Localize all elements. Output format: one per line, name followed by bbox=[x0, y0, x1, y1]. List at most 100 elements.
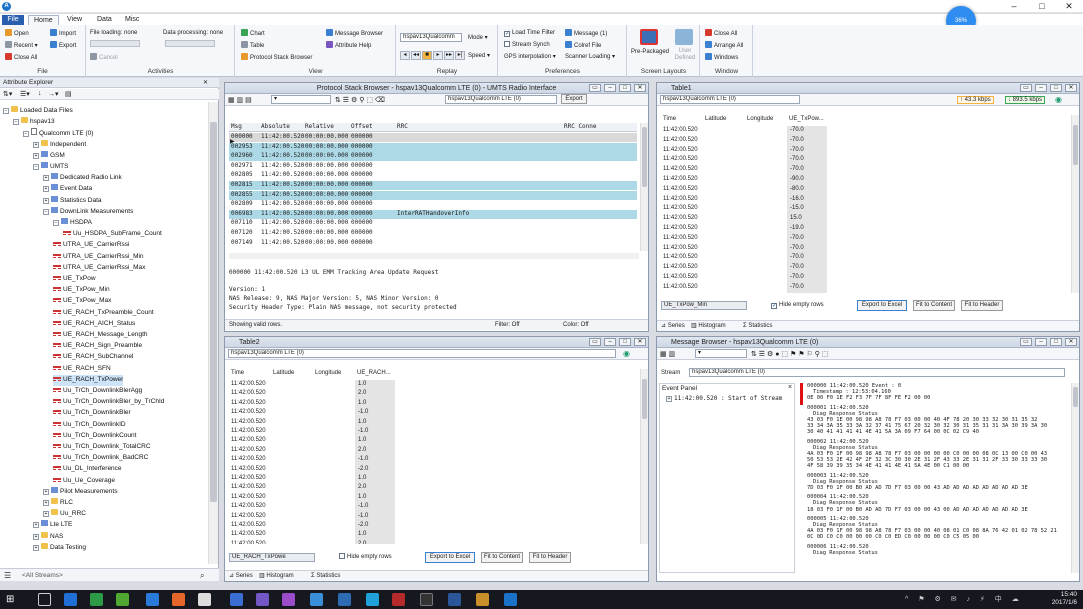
expand-collapse-icon[interactable]: + bbox=[43, 186, 49, 193]
table2-fit-header-button[interactable]: Fit to Header bbox=[529, 552, 571, 563]
table2-device-select[interactable]: hspav13Qualcomm LTE (0) bbox=[228, 349, 616, 358]
app-g-icon[interactable] bbox=[476, 593, 489, 606]
chat-app-icon[interactable] bbox=[90, 593, 103, 606]
app-e-icon[interactable] bbox=[366, 593, 379, 606]
stream-synch-checkbox[interactable]: Stream Synch bbox=[504, 41, 550, 50]
message-list-scrollbar[interactable] bbox=[1071, 383, 1079, 573]
table1-scrollbar[interactable] bbox=[1071, 115, 1079, 293]
toolbar-grid-icon[interactable]: ▦ ▥ ▤ bbox=[228, 96, 252, 104]
protocol-row[interactable]: 007149 11:42:00.520 00:00:00.000 000000 bbox=[229, 239, 637, 248]
tree-node[interactable]: UTRA_UE_CarrierRssi_Min bbox=[53, 252, 144, 263]
attribute-help-button[interactable]: Attribute Help bbox=[326, 41, 371, 51]
edge-browser-icon[interactable] bbox=[64, 593, 77, 606]
tree-node[interactable]: − UMTS bbox=[33, 162, 68, 173]
table2-export-excel-button[interactable]: Export to Excel bbox=[425, 552, 475, 563]
gps-interpolation-dropdown[interactable]: GPS interpolation ▾ bbox=[504, 53, 556, 62]
protocol-row[interactable]: 002805 11:42:00.520 00:00:00.000 000000 bbox=[229, 171, 637, 180]
table1-tab-series[interactable]: ⊿ Series bbox=[661, 321, 685, 331]
app-d-icon[interactable] bbox=[338, 593, 351, 606]
tree-node[interactable]: + Dedicated Radio Link bbox=[43, 173, 122, 184]
scanner-loading-dropdown[interactable]: Scanner Loading ▾ bbox=[565, 53, 615, 62]
table-column-header[interactable]: Latitude bbox=[273, 369, 294, 378]
protocol-table-scroll-thumb[interactable] bbox=[642, 127, 647, 187]
tree-node[interactable]: UE_RACH_Sign_Preamble bbox=[53, 341, 142, 352]
load-time-filter-checkbox[interactable]: Load Time Filter bbox=[504, 29, 555, 38]
table2-fit-content-button[interactable]: Fit to Content bbox=[481, 552, 523, 563]
tree-node[interactable]: Uu_TrCh_DownlinkCount bbox=[53, 431, 136, 442]
table1-tab-statistics[interactable]: Σ Statistics bbox=[743, 321, 772, 331]
message-entry[interactable]: 000006 11:42:00.520 Diag Response Status bbox=[807, 544, 1069, 556]
rewind-button[interactable]: ◂ bbox=[400, 51, 410, 60]
pre-packaged-button[interactable]: Pre-Packaged bbox=[631, 48, 669, 57]
tree-node[interactable]: Uu_TrCh_Downlink_BadCRC bbox=[53, 453, 148, 464]
protocol-row[interactable]: 006983 11:42:00.520 00:00:00.000 000000 Inte… bbox=[229, 209, 637, 219]
arrow-down-icon[interactable]: ↓ bbox=[38, 90, 42, 97]
tab-file[interactable]: File bbox=[2, 15, 24, 25]
minimize-icon[interactable]: – bbox=[604, 338, 616, 346]
expand-collapse-icon[interactable]: + bbox=[43, 175, 49, 182]
protocol-export-button[interactable]: Export bbox=[561, 94, 587, 104]
tree-node[interactable]: UE_TxPow_Min bbox=[53, 285, 110, 296]
table2-scrollbar[interactable] bbox=[640, 369, 648, 544]
app-f-icon[interactable] bbox=[392, 593, 405, 606]
search-icon[interactable]: ⌕ bbox=[200, 569, 204, 582]
expand-collapse-icon[interactable]: − bbox=[53, 220, 59, 226]
fast-forward-button[interactable]: ▸▸ bbox=[444, 51, 454, 60]
tree-node[interactable]: UE_RACH_TxPower bbox=[53, 374, 124, 386]
protocol-stack-browser-button[interactable]: Protocol Stack Browser bbox=[241, 53, 312, 63]
protocol-row[interactable]: 002971 11:42:00.520 00:00:00.000 000000 bbox=[229, 162, 637, 171]
stream-filter-bar[interactable]: ☰ <All Streams> ⌕ bbox=[0, 568, 219, 581]
protocol-column-header[interactable]: RRC bbox=[397, 123, 408, 131]
protocol-table-scrollbar[interactable] bbox=[640, 123, 648, 251]
arrow-up-icon[interactable]: →▾ bbox=[48, 90, 59, 98]
expand-collapse-icon[interactable]: + bbox=[43, 500, 49, 506]
tab-data[interactable]: Data bbox=[92, 15, 117, 25]
app-a-icon[interactable] bbox=[230, 593, 243, 606]
wechat-icon[interactable] bbox=[116, 593, 129, 606]
tree-node[interactable]: + Event Data bbox=[43, 184, 92, 195]
restore-icon[interactable]: ▭ bbox=[1020, 84, 1032, 92]
table2-scroll-thumb[interactable] bbox=[642, 379, 647, 419]
windows-button[interactable]: Windows bbox=[705, 53, 738, 63]
table2-hide-empty-checkbox[interactable]: Hide empty rows bbox=[339, 553, 392, 562]
tree-node[interactable]: + Independent bbox=[33, 139, 86, 151]
tree-node[interactable]: + Lte LTE bbox=[33, 520, 72, 531]
recent-button[interactable]: Recent ▾ bbox=[5, 41, 38, 51]
stop-button[interactable]: ■ bbox=[422, 51, 432, 60]
restore-icon[interactable]: ▭ bbox=[1020, 338, 1032, 346]
tree-node[interactable]: UE_RACH_AICH_Status bbox=[53, 319, 135, 330]
maximize-icon[interactable]: □ bbox=[1050, 84, 1062, 92]
tree-node[interactable]: UE_RACH_Message_Length bbox=[53, 330, 148, 341]
close-icon[interactable]: ✕ bbox=[1065, 84, 1077, 92]
tree-node[interactable]: UE_RACH_SubChannel bbox=[53, 352, 133, 363]
protocol-row[interactable]: 002960 11:42:00.520 00:00:00.000 000000 bbox=[229, 152, 637, 162]
event-panel-close-icon[interactable]: × bbox=[788, 384, 792, 391]
protocol-row[interactable]: 000000 11:42:00.520 00:00:00.000 000000 bbox=[229, 133, 637, 142]
expand-collapse-icon[interactable]: − bbox=[3, 108, 9, 114]
close-all-windows-button[interactable]: Close All bbox=[705, 29, 737, 39]
protocol-row[interactable]: 007120 11:42:00.520 00:00:00.000 000000 bbox=[229, 229, 637, 238]
tree-node[interactable]: Uu_HSDPA_SubFrame_Count bbox=[63, 229, 162, 240]
maximize-icon[interactable]: □ bbox=[619, 338, 631, 346]
stream-filter-input[interactable]: <All Streams> bbox=[22, 572, 63, 579]
table2-tab-statistics[interactable]: Σ Statistics bbox=[311, 571, 340, 581]
visual-studio-icon[interactable] bbox=[282, 593, 295, 606]
protocol-hscrollbar[interactable] bbox=[229, 253, 639, 259]
tree-node[interactable]: UE_TxPow_Max bbox=[53, 296, 111, 307]
table1-scroll-thumb[interactable] bbox=[1073, 125, 1078, 165]
protocol-filter-select[interactable]: ▾ bbox=[271, 95, 331, 104]
table2-tab-series[interactable]: ⊿ Series bbox=[229, 571, 253, 581]
maximize-icon[interactable]: □ bbox=[619, 84, 631, 92]
clock[interactable]: 15:40 2017/1/6 bbox=[1052, 591, 1077, 607]
message-list-scroll-thumb[interactable] bbox=[1073, 387, 1078, 407]
user-defined-button[interactable]: User Defined bbox=[672, 48, 698, 62]
protocol-row[interactable]: 002855 11:42:00.520 00:00:00.000 000000 bbox=[229, 190, 637, 200]
expand-collapse-icon[interactable]: − bbox=[43, 208, 49, 215]
mode-dropdown[interactable]: Mode ▾ bbox=[468, 34, 488, 43]
expand-collapse-icon[interactable]: − bbox=[33, 164, 39, 170]
table-column-header[interactable]: Latitude bbox=[705, 115, 726, 124]
menu-icon[interactable]: ☰ bbox=[4, 569, 11, 582]
table-column-header[interactable]: Longitude bbox=[315, 369, 341, 378]
table-column-header[interactable]: Time bbox=[231, 369, 244, 378]
close-button[interactable]: ✕ bbox=[1056, 0, 1082, 13]
